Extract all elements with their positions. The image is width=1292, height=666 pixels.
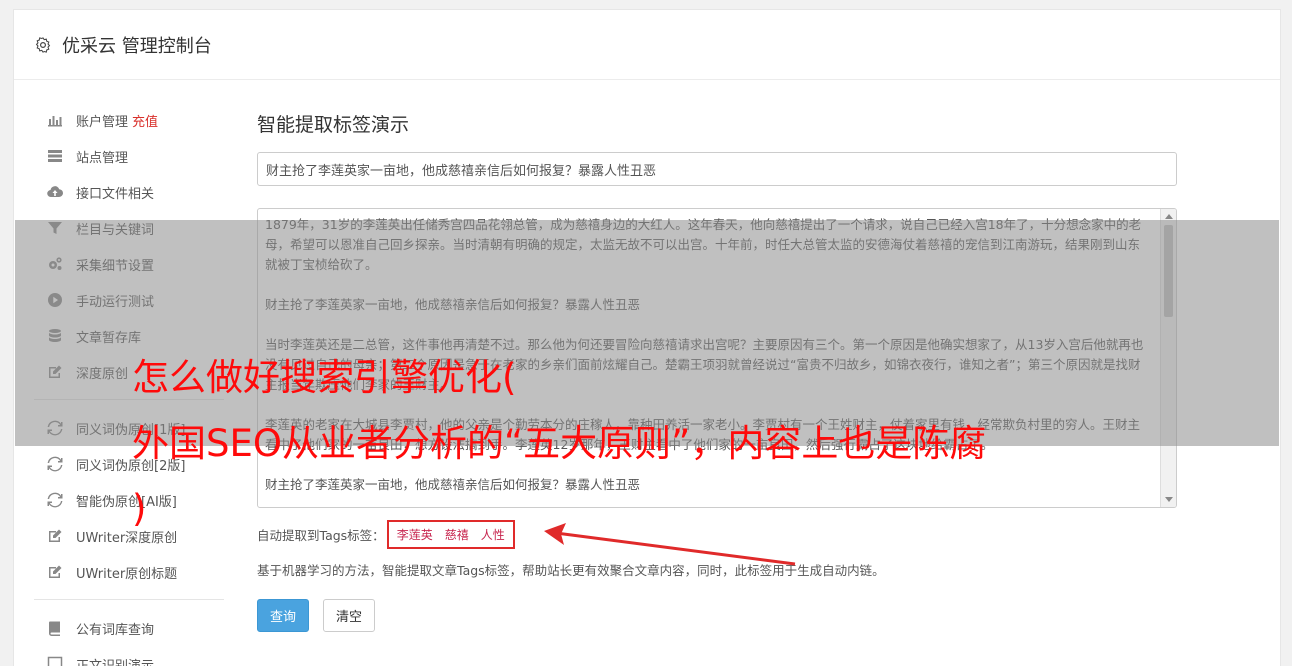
sidebar: 账户管理 充值 站点管理 接口文件相关 栏目与关键词 采集细节设置 手动运行测试… [34, 102, 224, 666]
sidebar-divider [34, 399, 224, 400]
page-title: 智能提取标签演示 [257, 114, 410, 136]
sidebar-item-uwriter-title[interactable]: UWriter原创标题 [34, 554, 224, 590]
sidebar-item-deep-original[interactable]: 深度原创 [34, 354, 224, 390]
sidebar-item-label: UWriter深度原创 [76, 530, 178, 546]
refresh-icon [46, 420, 64, 436]
sidebar-group-1: 账户管理 充值 站点管理 接口文件相关 栏目与关键词 采集细节设置 手动运行测试… [34, 102, 224, 390]
refresh-icon [46, 492, 64, 508]
edit-icon [46, 564, 64, 580]
scroll-down-icon[interactable] [1165, 497, 1173, 502]
textarea-scrollbar[interactable] [1160, 209, 1176, 507]
body-paragraph: 1879年，31岁的李莲英出任储秀宫四品花翎总管，成为慈禧身边的大红人。这年春天… [265, 217, 1142, 272]
tag-item[interactable]: 李莲英 [397, 526, 433, 543]
tags-highlight-box: 李莲英 慈禧 人性 [386, 519, 515, 549]
sidebar-item-sites[interactable]: 站点管理 [34, 138, 224, 174]
help-text: 基于机器学习的方法，智能提取文章Tags标签，帮助站长更有效聚合文章内容，同时，… [257, 563, 885, 578]
sidebar-item-public-dictionary[interactable]: 公有词库查询 [34, 610, 224, 646]
cogs-icon [46, 256, 64, 272]
edit-icon [46, 364, 64, 380]
sidebar-item-label: 同义词伪原创[2版] [76, 458, 186, 474]
sidebar-item-interface-files[interactable]: 接口文件相关 [34, 174, 224, 210]
gear-icon [35, 36, 51, 53]
tags-row: 自动提取到Tags标签： 李莲英 慈禧 人性 [257, 518, 1177, 550]
article-title-input[interactable] [257, 152, 1177, 186]
sidebar-item-label: 文章暂存库 [76, 330, 142, 346]
sidebar-item-label: 采集细节设置 [76, 258, 155, 274]
sidebar-item-label: 接口文件相关 [76, 186, 155, 202]
book-icon [46, 620, 64, 636]
clear-button[interactable]: 清空 [323, 599, 376, 632]
body-paragraph: 当时李莲英还是二总管，这件事他再清楚不过。那么他为何还要冒险向慈禧请求出宫呢？主… [265, 337, 1144, 392]
sidebar-item-label: 智能伪原创[AI版] [76, 494, 177, 510]
refresh-icon [46, 456, 64, 472]
main-content: 智能提取标签演示 1879年，31岁的李莲英出任储秀宫四品花翎总管，成为慈禧身边… [257, 110, 1177, 632]
sidebar-divider [34, 599, 224, 600]
sidebar-item-label: UWriter原创标题 [76, 566, 178, 582]
article-body-textarea[interactable]: 1879年，31岁的李莲英出任储秀宫四品花翎总管，成为慈禧身边的大红人。这年春天… [257, 208, 1177, 508]
play-icon [46, 292, 64, 308]
sidebar-item-label: 同义词伪原创[1版] [76, 422, 186, 438]
sidebar-item-label: 公有词库查询 [76, 622, 155, 638]
scroll-thumb[interactable] [1164, 225, 1173, 317]
sidebar-item-label: 正文识别演示 [76, 658, 155, 666]
sidebar-item-columns-keywords[interactable]: 栏目与关键词 [34, 210, 224, 246]
sidebar-group-3: 公有词库查询 正文识别演示 [34, 610, 224, 666]
tag-item[interactable]: 慈禧 [445, 526, 469, 543]
sidebar-item-label: 账户管理 [76, 114, 129, 130]
server-icon [46, 148, 64, 164]
tag-item[interactable]: 人性 [481, 526, 505, 543]
sidebar-item-text-recognition[interactable]: 正文识别演示 [34, 646, 224, 666]
sidebar-item-label: 栏目与关键词 [76, 222, 155, 238]
sidebar-item-synonym-v1[interactable]: 同义词伪原创[1版] [34, 410, 224, 446]
sidebar-group-2: 同义词伪原创[1版] 同义词伪原创[2版] 智能伪原创[AI版] UWriter… [34, 410, 224, 590]
edit-icon [46, 528, 64, 544]
sidebar-item-label: 站点管理 [76, 150, 129, 166]
scroll-up-icon[interactable] [1165, 214, 1173, 219]
sidebar-item-synonym-v2[interactable]: 同义词伪原创[2版] [34, 446, 224, 482]
query-button[interactable]: 查询 [257, 599, 310, 632]
sidebar-item-uwriter-deep[interactable]: UWriter深度原创 [34, 518, 224, 554]
button-row: 查询 清空 [257, 599, 1177, 632]
bar-chart-icon [46, 112, 64, 128]
body-paragraph: 财主抢了李莲英家一亩地，他成慈禧亲信后如何报复？暴露人性丑恶 [265, 477, 641, 492]
square-icon [46, 656, 64, 666]
sidebar-item-article-storage[interactable]: 文章暂存库 [34, 318, 224, 354]
console-title: 优采云 管理控制台 [62, 35, 212, 57]
sidebar-item-label: 深度原创 [76, 366, 129, 382]
body-paragraph: 李莲英的老家在大城县李贾村，他的父亲是个勤劳本分的庄稼人，靠种田养活一家老小。李… [265, 417, 1141, 452]
sidebar-item-collect-settings[interactable]: 采集细节设置 [34, 246, 224, 282]
sidebar-item-smart-ai[interactable]: 智能伪原创[AI版] [34, 482, 224, 518]
database-icon [46, 328, 64, 344]
cloud-upload-icon [46, 184, 64, 200]
article-body-content: 1879年，31岁的李莲英出任储秀宫四品花翎总管，成为慈禧身边的大红人。这年春天… [258, 209, 1176, 507]
console-panel: 优采云 管理控制台 账户管理 充值 站点管理 接口文件相关 栏目与关键词 采集细… [13, 9, 1281, 666]
sidebar-item-manual-run[interactable]: 手动运行测试 [34, 282, 224, 318]
filter-icon [46, 220, 64, 236]
sidebar-item-account[interactable]: 账户管理 充值 [34, 102, 224, 138]
recharge-link[interactable]: 充值 [132, 111, 158, 130]
tags-label: 自动提取到Tags标签： [257, 527, 385, 543]
sidebar-item-label: 手动运行测试 [76, 294, 155, 310]
header: 优采云 管理控制台 [14, 10, 1280, 80]
body-paragraph: 财主抢了李莲英家一亩地，他成慈禧亲信后如何报复？暴露人性丑恶 [265, 297, 641, 312]
